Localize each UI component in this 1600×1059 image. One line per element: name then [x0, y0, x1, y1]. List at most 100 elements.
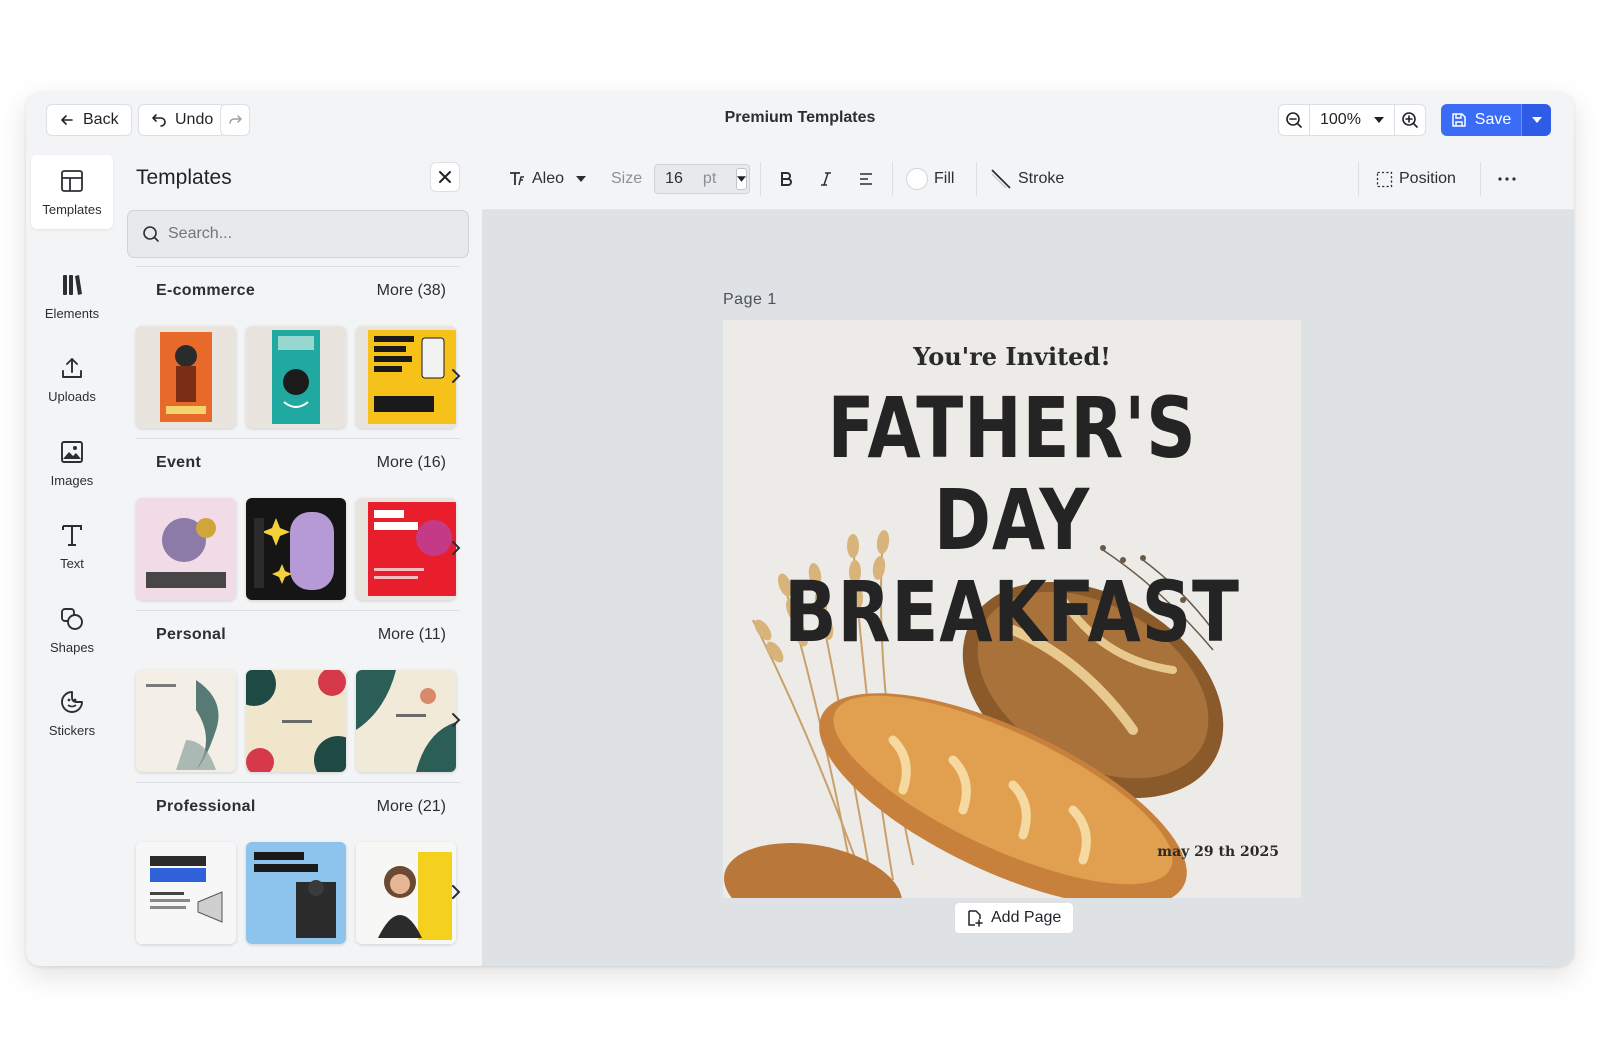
rail-item-images[interactable]: Images	[31, 426, 113, 500]
rail-label: Text	[60, 555, 84, 571]
section-title: E-commerce	[156, 282, 256, 299]
more-link[interactable]: More (38)	[377, 282, 446, 300]
next-arrow[interactable]	[448, 710, 464, 730]
font-name: Aleo	[532, 170, 565, 187]
size-unit: pt	[702, 170, 717, 187]
chevron-down-icon	[1531, 117, 1542, 123]
rail-item-uploads[interactable]: Uploads	[31, 342, 113, 416]
text-icon	[62, 524, 82, 546]
size-label: Size	[611, 170, 643, 187]
close-panel-button[interactable]	[430, 162, 460, 192]
stroke-button[interactable]: Stroke	[990, 148, 1064, 210]
shapes-icon	[61, 607, 83, 630]
search-icon	[143, 226, 159, 242]
more-link[interactable]: More (16)	[377, 454, 446, 472]
top-bar: Back Undo Premium Templates 100% Save	[26, 92, 1574, 148]
template-thumbnail[interactable]	[136, 326, 236, 428]
chevron-down-icon	[737, 176, 747, 182]
align-left-icon	[860, 173, 872, 185]
sticker-icon	[61, 690, 83, 713]
divider	[136, 266, 460, 267]
template-thumbnail[interactable]	[246, 842, 346, 944]
next-arrow[interactable]	[448, 882, 464, 902]
next-arrow[interactable]	[448, 366, 464, 386]
zoom-in-button[interactable]	[1394, 104, 1426, 136]
stroke-icon	[991, 169, 1011, 189]
add-page-button[interactable]: Add Page	[954, 902, 1075, 934]
template-thumbnail[interactable]	[136, 498, 236, 600]
section-title: Event	[156, 454, 202, 471]
save-button[interactable]: Save	[1441, 104, 1521, 136]
position-button[interactable]: Position	[1376, 148, 1456, 210]
rail-label: Uploads	[48, 388, 96, 404]
align-button[interactable]	[858, 148, 874, 210]
font-icon	[510, 172, 524, 186]
more-link[interactable]: More (21)	[377, 798, 446, 816]
template-thumbnail[interactable]	[356, 842, 456, 944]
editor-window: Back Undo Premium Templates 100% Save Te…	[26, 92, 1574, 966]
save-label: Save	[1474, 111, 1512, 128]
position-label: Position	[1399, 170, 1456, 187]
template-thumbnail[interactable]	[356, 498, 456, 600]
rail-item-stickers[interactable]: Stickers	[31, 676, 113, 750]
font-select[interactable]: Aleo	[508, 148, 587, 210]
template-thumbnail[interactable]	[136, 842, 236, 944]
more-options-button[interactable]	[1498, 148, 1516, 210]
save-group: Save	[1441, 104, 1551, 136]
rail-label: Images	[50, 472, 94, 488]
template-thumbnail[interactable]	[246, 498, 346, 600]
italic-button[interactable]	[818, 148, 834, 210]
rail-item-elements[interactable]: Elements	[31, 259, 113, 333]
date-text[interactable]: may 29 th 2025	[1157, 844, 1279, 860]
format-toolbar: Aleo Size 16 pt Fill Stroke Position	[482, 148, 1574, 210]
bold-button[interactable]	[778, 148, 794, 210]
rail-item-text[interactable]: Text	[31, 509, 113, 583]
size-dropdown[interactable]	[736, 168, 748, 190]
page-label: Page 1	[723, 291, 777, 308]
rail-label: Stickers	[48, 722, 96, 738]
chevron-right-icon	[452, 885, 461, 899]
rail-item-templates[interactable]: Templates	[31, 155, 113, 229]
panel-title: Templates	[136, 166, 232, 189]
rail-item-shapes[interactable]: Shapes	[31, 593, 113, 667]
fill-color-swatch	[906, 168, 928, 190]
divider	[976, 162, 977, 196]
template-thumbnail[interactable]	[356, 670, 456, 772]
italic-icon	[821, 172, 831, 186]
zoom-in-icon	[1402, 112, 1418, 128]
template-thumbnail[interactable]	[246, 326, 346, 428]
chevron-down-icon	[1374, 117, 1384, 123]
headline-line-1: FATHER'S DAY	[827, 379, 1197, 569]
fill-button[interactable]: Fill	[906, 148, 954, 210]
zoom-value: 100%	[1320, 111, 1361, 128]
divider	[892, 162, 893, 196]
design-page[interactable]: You're Invited! FATHER'S DAY BREAKFAST m…	[723, 320, 1301, 898]
next-arrow[interactable]	[448, 538, 464, 558]
add-page-icon	[968, 910, 983, 927]
zoom-out-button[interactable]	[1278, 104, 1310, 136]
save-icon	[1452, 113, 1466, 127]
divider	[136, 438, 460, 439]
invite-text[interactable]: You're Invited!	[723, 342, 1301, 371]
rail-label: Elements	[44, 305, 100, 321]
upload-icon	[62, 357, 82, 378]
template-thumbnail[interactable]	[356, 326, 456, 428]
headline-line-2: BREAKFAST	[784, 563, 1240, 661]
stroke-label: Stroke	[1018, 170, 1065, 187]
chevron-right-icon	[452, 713, 461, 727]
search-input[interactable]	[168, 225, 448, 243]
template-thumbnail[interactable]	[246, 670, 346, 772]
image-icon	[61, 440, 83, 463]
font-size-input[interactable]: 16 pt	[654, 164, 751, 194]
headline-text[interactable]: FATHER'S DAY BREAKFAST	[775, 382, 1249, 658]
template-thumbnail[interactable]	[136, 670, 236, 772]
more-link[interactable]: More (11)	[378, 626, 446, 644]
divider	[1480, 162, 1481, 196]
zoom-select[interactable]: 100%	[1310, 104, 1394, 136]
close-icon	[439, 171, 451, 183]
add-page-label: Add Page	[991, 909, 1062, 926]
canvas-area: Page 1 You're Invited! FATHER'S DAY BREA…	[482, 210, 1574, 966]
save-options-button[interactable]	[1521, 104, 1551, 136]
layout-icon	[61, 169, 83, 192]
rail-label: Templates	[42, 201, 102, 217]
